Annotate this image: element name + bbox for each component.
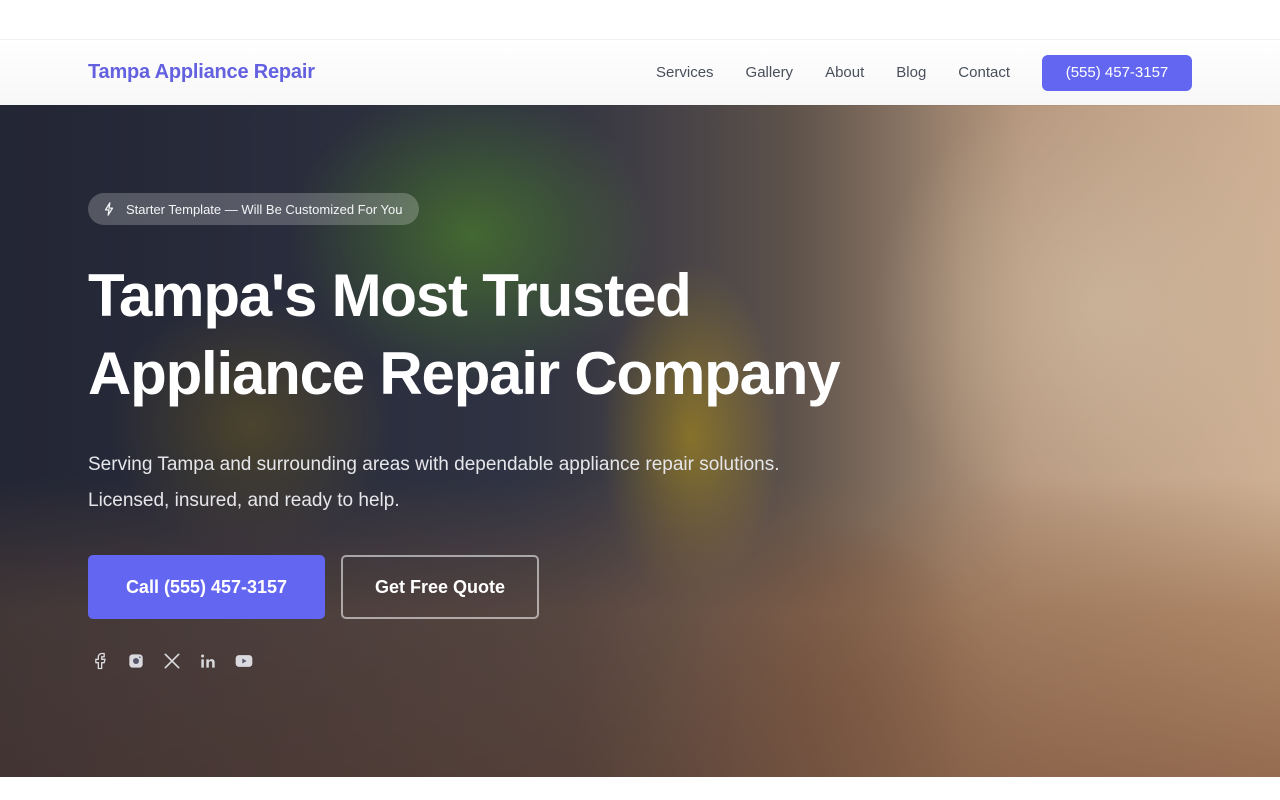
social-links [88, 649, 848, 673]
call-button[interactable]: Call (555) 457-3157 [88, 555, 325, 619]
nav-link-services[interactable]: Services [656, 64, 714, 81]
linkedin-icon[interactable] [196, 649, 220, 673]
nav-link-about[interactable]: About [825, 64, 864, 81]
hero-title-line2: Appliance Repair Company [88, 340, 841, 407]
navbar: Tampa Appliance Repair Services Gallery … [0, 40, 1280, 105]
brand-logo[interactable]: Tampa Appliance Repair [88, 61, 315, 84]
hero-content: Starter Template — Will Be Customized Fo… [88, 193, 848, 673]
hero-title-line1: Tampa's Most Trusted [88, 262, 692, 329]
hero-title: Tampa's Most Trusted Appliance Repair Co… [88, 257, 848, 413]
top-strip [0, 0, 1280, 40]
get-quote-button[interactable]: Get Free Quote [341, 555, 539, 619]
youtube-icon[interactable] [232, 649, 256, 673]
nav-links: Services Gallery About Blog Contact [656, 64, 1010, 81]
instagram-icon[interactable] [124, 649, 148, 673]
nav-phone-button[interactable]: (555) 457-3157 [1042, 54, 1192, 91]
nav-link-gallery[interactable]: Gallery [746, 64, 794, 81]
facebook-icon[interactable] [88, 649, 112, 673]
hero-actions: Call (555) 457-3157 Get Free Quote [88, 555, 848, 619]
bottom-strip [0, 777, 1280, 800]
nav-link-contact[interactable]: Contact [958, 64, 1010, 81]
hero-subtitle: Serving Tampa and surrounding areas with… [88, 454, 780, 511]
nav-link-blog[interactable]: Blog [896, 64, 926, 81]
badge-label: Starter Template — Will Be Customized Fo… [126, 201, 403, 217]
sparkle-icon [102, 202, 116, 216]
x-icon[interactable] [160, 649, 184, 673]
hero-section: Starter Template — Will Be Customized Fo… [0, 105, 1280, 777]
template-badge: Starter Template — Will Be Customized Fo… [88, 193, 419, 225]
